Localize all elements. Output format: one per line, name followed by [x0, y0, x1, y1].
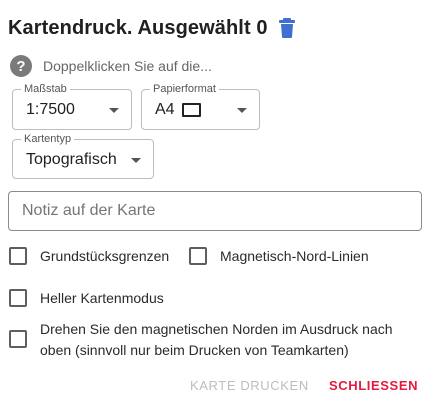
magnetic-north-lines-label: Magnetisch-Nord-Linien	[220, 248, 369, 264]
paper-format-value: A4	[155, 101, 175, 118]
close-button[interactable]: Schliessen	[329, 378, 418, 393]
dialog-title-text: Kartendruck. Ausgewählt 0	[8, 16, 268, 39]
top-edge	[0, 0, 430, 4]
paper-format-label: Papierformat	[150, 82, 219, 96]
chevron-down-icon	[237, 108, 247, 113]
map-type-label: Kartentyp	[21, 132, 75, 146]
chevron-down-icon	[131, 158, 141, 163]
hint-text: Doppelklicken Sie auf die...	[43, 58, 212, 74]
scale-value: 1:7500	[26, 101, 75, 118]
parcel-borders-checkbox[interactable]: Grundstücksgrenzen	[9, 246, 169, 267]
rotate-magnetic-north-checkbox[interactable]: Drehen Sie den magnetischen Norden im Au…	[9, 319, 409, 361]
chevron-down-icon	[109, 108, 119, 113]
help-icon: ?	[10, 55, 32, 77]
print-map-button[interactable]: Karte drucken	[190, 378, 309, 393]
paper-format-select[interactable]: Papierformat A4	[141, 82, 260, 130]
magnetic-north-lines-checkbox[interactable]: Magnetisch-Nord-Linien	[189, 246, 369, 267]
double-click-hint: ? Doppelklicken Sie auf die...	[10, 55, 212, 77]
checkbox-box[interactable]	[9, 330, 27, 348]
map-type-value: Topografisch	[26, 151, 117, 168]
map-note-input[interactable]	[8, 191, 422, 231]
checkbox-box[interactable]	[9, 247, 27, 265]
landscape-rectangle-icon	[181, 103, 201, 117]
checkbox-box[interactable]	[189, 247, 207, 265]
dialog-title: Kartendruck. Ausgewählt 0	[8, 14, 296, 42]
scale-label: Maßstab	[21, 82, 70, 96]
light-map-mode-label: Heller Kartenmodus	[40, 290, 164, 306]
scale-select[interactable]: Maßstab 1:7500	[12, 82, 132, 130]
paper-format-value-wrap: A4	[155, 101, 201, 119]
light-map-mode-checkbox[interactable]: Heller Kartenmodus	[9, 288, 164, 309]
parcel-borders-label: Grundstücksgrenzen	[40, 248, 170, 264]
trash-icon[interactable]	[278, 18, 296, 38]
rotate-magnetic-north-label: Drehen Sie den magnetischen Norden im Au…	[40, 321, 393, 358]
checkbox-box[interactable]	[9, 289, 27, 307]
map-type-select[interactable]: Kartentyp Topografisch	[12, 132, 154, 179]
